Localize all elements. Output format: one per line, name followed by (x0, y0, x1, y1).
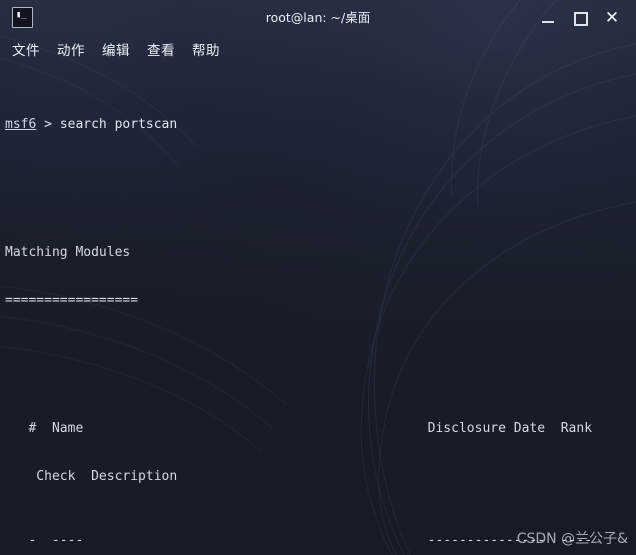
prompt-line: msf6 > search portscan (5, 117, 636, 133)
table-header-gap (83, 421, 427, 436)
menu-item-edit[interactable]: 编辑 (102, 39, 130, 59)
menu-item-help[interactable]: 帮助 (192, 39, 220, 59)
table-header-row-2: Check Description (5, 469, 178, 484)
menu-item-view[interactable]: 查看 (147, 39, 175, 59)
prompt-shell: msf6 (5, 117, 37, 132)
title-bar: ▮_ root@lan: ~/桌面 ✕ (0, 0, 636, 35)
table-header-left: # Name (5, 421, 84, 436)
minimize-button[interactable] (540, 10, 556, 26)
close-icon[interactable]: ✕ (604, 9, 620, 26)
window-controls: ✕ (540, 9, 630, 26)
prompt-separator: > (36, 117, 60, 132)
menu-item-actions[interactable]: 动作 (57, 39, 85, 59)
table-rule-left: - ---- (5, 533, 84, 548)
watermark: CSDN @兰公子& (516, 531, 628, 547)
terminal-window: ▮_ root@lan: ~/桌面 ✕ 文件 动作 编辑 查看 帮助 msf6 … (0, 0, 636, 555)
menu-item-file[interactable]: 文件 (12, 39, 40, 59)
menu-bar: 文件 动作 编辑 查看 帮助 (0, 35, 636, 63)
table-header-right: Disclosure Date Rank (427, 421, 593, 436)
section-title: Matching Modules (5, 245, 131, 260)
maximize-button[interactable] (572, 10, 588, 26)
terminal-icon: ▮_ (12, 7, 33, 28)
table-rule-gap (83, 533, 427, 548)
terminal-output[interactable]: msf6 > search portscan Matching Modules … (0, 63, 636, 555)
terminal-icon-glyph: ▮_ (16, 10, 27, 20)
prompt-command: search portscan (59, 117, 178, 132)
table-header-row-1: # Name Disclosure Date Rank (5, 421, 636, 437)
section-rule: ================= (5, 293, 139, 308)
